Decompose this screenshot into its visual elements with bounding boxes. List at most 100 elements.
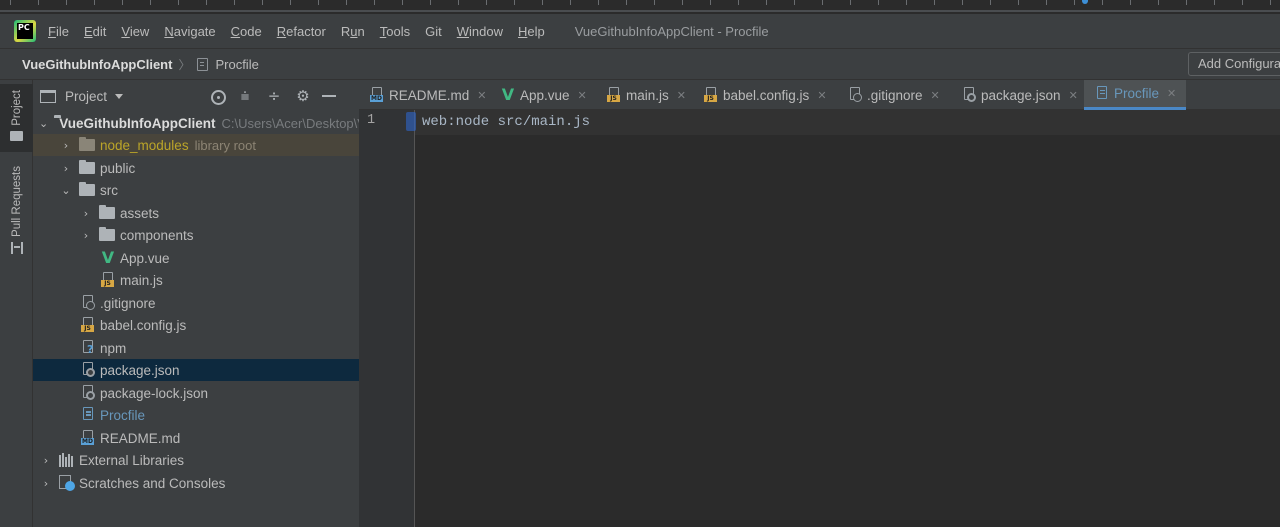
ruler-tick	[402, 0, 403, 5]
menu-navigate[interactable]: Navigate	[164, 24, 215, 39]
close-icon[interactable]: ✕	[477, 89, 486, 102]
tab-main-js[interactable]: JS main.js ✕	[596, 80, 692, 110]
menu-tools[interactable]: Tools	[380, 24, 410, 39]
code-line[interactable]: web:node src/main.js	[422, 114, 590, 130]
menu-run[interactable]: Run	[341, 24, 365, 39]
ruler-tick	[374, 0, 375, 5]
menu-git[interactable]: Git	[425, 24, 442, 39]
tree-item-babel-config[interactable]: JS babel.config.js	[33, 314, 359, 336]
tree-item-procfile[interactable]: Procfile	[33, 404, 359, 426]
breadcrumb-project[interactable]: VueGithubInfoAppClient	[22, 57, 172, 72]
close-icon[interactable]: ✕	[817, 89, 826, 102]
ruler-tick	[1046, 0, 1047, 5]
expand-all-icon[interactable]: ⩧	[235, 86, 255, 106]
tree-item-package-json[interactable]: package.json	[33, 359, 359, 381]
ruler-tick	[206, 0, 207, 5]
tab-gitignore[interactable]: .gitignore ✕	[837, 80, 949, 110]
tree-item-app-vue[interactable]: V App.vue	[33, 247, 359, 269]
unknown-file-icon: ?	[81, 340, 95, 356]
close-icon[interactable]: ✕	[1167, 87, 1176, 100]
tree-item-external-libraries[interactable]: › External Libraries	[33, 449, 359, 471]
chevron-right-icon[interactable]: ›	[59, 162, 73, 175]
chevron-down-icon[interactable]: ⌄	[39, 117, 48, 130]
editor-gutter: 1	[359, 110, 415, 527]
tree-item-package-lock[interactable]: package-lock.json	[33, 382, 359, 404]
tree-item-scratches[interactable]: › Scratches and Consoles	[33, 472, 359, 494]
tree-item-root[interactable]: ⌄ VueGithubInfoAppClient C:\Users\Acer\D…	[33, 112, 359, 134]
code-editor[interactable]: 1 web:node src/main.js	[359, 110, 1280, 527]
tab-readme[interactable]: MD README.md ✕	[359, 80, 487, 110]
breadcrumb-file[interactable]: Procfile	[215, 57, 258, 72]
menu-code[interactable]: Code	[231, 24, 262, 39]
chevron-right-icon[interactable]: ›	[39, 477, 53, 490]
tab-procfile[interactable]: Procfile ✕	[1084, 80, 1186, 110]
menu-window[interactable]: Window	[457, 24, 503, 39]
line-number: 1	[367, 113, 376, 128]
close-icon[interactable]: ✕	[1069, 89, 1078, 102]
ruler-tick	[262, 0, 263, 5]
editor-tabs: MD README.md ✕ V App.vue ✕ JS main.js ✕ …	[359, 80, 1280, 110]
chevron-down-icon[interactable]: ⌄	[59, 184, 73, 197]
ruler-tick	[710, 0, 711, 5]
folder-icon	[79, 182, 95, 196]
tree-item-gitignore[interactable]: .gitignore	[33, 292, 359, 314]
ruler-tick	[906, 0, 907, 5]
ruler-tick	[1186, 0, 1187, 5]
chevron-right-icon[interactable]: ›	[59, 139, 73, 152]
ruler-tick	[458, 0, 459, 5]
menu-refactor[interactable]: Refactor	[277, 24, 326, 39]
pycharm-logo-icon: PC	[14, 20, 36, 42]
tree-item-readme[interactable]: MD README.md	[33, 427, 359, 449]
markdown-file-icon: MD	[370, 87, 384, 103]
menu-help[interactable]: Help	[518, 24, 545, 39]
add-configuration-button[interactable]: Add Configuration...	[1188, 52, 1280, 76]
ruler-tick	[150, 0, 151, 5]
tree-item-main-js[interactable]: JS main.js	[33, 269, 359, 291]
ruler-tick	[962, 0, 963, 5]
ruler-tick	[598, 0, 599, 5]
tab-babel-config[interactable]: JS babel.config.js ✕	[693, 80, 836, 110]
folder-icon	[79, 160, 95, 174]
tab-app-vue[interactable]: V App.vue ✕	[490, 80, 594, 110]
project-tool-button[interactable]: Project	[0, 84, 33, 152]
ruler-tick	[626, 0, 627, 5]
pull-request-icon	[10, 241, 23, 254]
window-top-strip	[0, 0, 1280, 12]
project-view-selector[interactable]: Project	[65, 89, 107, 104]
ruler-tick	[1270, 0, 1271, 5]
chevron-right-icon[interactable]: ›	[39, 454, 53, 467]
tree-item-src[interactable]: ⌄ src	[33, 179, 359, 201]
chevron-right-icon[interactable]: ›	[79, 229, 93, 242]
vue-file-icon: V	[501, 85, 515, 104]
pull-requests-tool-button[interactable]: Pull Requests	[0, 164, 33, 256]
project-panel: Project ⩧ ÷ ⚙ ⌄ VueGithubInfoAppClient C…	[33, 80, 359, 527]
hide-panel-icon[interactable]	[322, 86, 342, 106]
tool-window-strip: Project Pull Requests	[0, 80, 33, 527]
tree-item-assets[interactable]: › assets	[33, 202, 359, 224]
menu-edit[interactable]: Edit	[84, 24, 106, 39]
locate-file-icon[interactable]	[211, 89, 226, 105]
ruler-tick	[1018, 0, 1019, 5]
chevron-right-icon[interactable]: ›	[79, 207, 93, 220]
ruler-tick	[514, 0, 515, 5]
ruler-tick	[1242, 0, 1243, 5]
close-icon[interactable]: ✕	[578, 89, 587, 102]
tree-item-components[interactable]: › components	[33, 224, 359, 246]
tree-item-npm[interactable]: ? npm	[33, 337, 359, 359]
tab-package-json[interactable]: package.json ✕	[951, 80, 1083, 110]
json-file-icon	[81, 362, 95, 378]
gear-icon[interactable]: ⚙	[293, 86, 313, 106]
ruler-tick	[318, 0, 319, 5]
close-icon[interactable]: ✕	[931, 89, 940, 102]
project-tool-label: Project	[10, 90, 23, 126]
menu-view[interactable]: View	[121, 24, 149, 39]
tree-item-public[interactable]: › public	[33, 157, 359, 179]
project-window-icon	[40, 89, 56, 103]
ruler-tick	[66, 0, 67, 5]
tree-item-node-modules[interactable]: › node_modules library root	[33, 134, 359, 156]
ruler-tick	[542, 0, 543, 5]
close-icon[interactable]: ✕	[677, 89, 686, 102]
chevron-down-icon[interactable]	[115, 93, 124, 99]
collapse-all-icon[interactable]: ÷	[264, 86, 284, 106]
menu-file[interactable]: File	[48, 24, 69, 39]
